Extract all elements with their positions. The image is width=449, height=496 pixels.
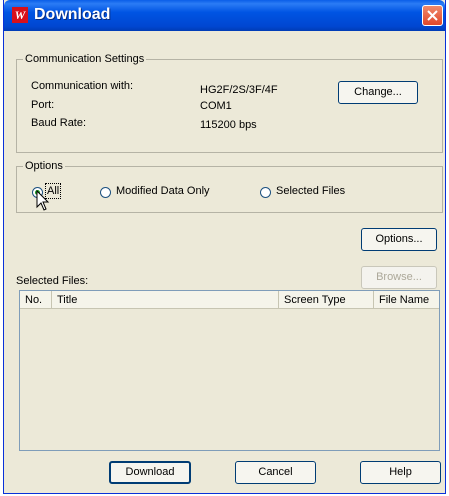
help-button[interactable]: Help xyxy=(360,461,441,484)
baud-rate-label: Baud Rate: xyxy=(31,117,87,129)
change-button[interactable]: Change... xyxy=(338,81,418,104)
download-dialog: W Download Communication Settings Commun… xyxy=(3,0,446,494)
communication-with-value: HG2F/2S/3F/4F xyxy=(200,84,278,96)
selected-files-label: Selected Files: xyxy=(16,275,89,287)
download-button[interactable]: Download xyxy=(109,461,191,484)
column-header-screen-type[interactable]: Screen Type xyxy=(279,291,374,309)
radio-selected-files[interactable] xyxy=(260,187,271,198)
options-legend: Options xyxy=(25,160,63,172)
app-icon: W xyxy=(12,7,28,23)
column-header-no[interactable]: No. xyxy=(20,291,52,309)
options-button[interactable]: Options... xyxy=(361,228,437,251)
window-title: Download xyxy=(34,6,111,23)
radio-modified-data-only-label[interactable]: Modified Data Only xyxy=(116,185,210,197)
selected-files-list[interactable]: No. Title Screen Type File Name xyxy=(19,290,440,451)
mouse-pointer-icon xyxy=(36,190,50,211)
baud-rate-value: 115200 bps xyxy=(200,119,257,131)
communication-with-label: Communication with: xyxy=(31,80,134,92)
port-value: COM1 xyxy=(200,100,232,112)
column-header-title[interactable]: Title xyxy=(52,291,279,309)
column-header-file-name[interactable]: File Name xyxy=(374,291,439,309)
cancel-button[interactable]: Cancel xyxy=(235,461,316,484)
close-button[interactable] xyxy=(422,5,443,26)
port-label: Port: xyxy=(31,99,55,111)
radio-selected-files-label[interactable]: Selected Files xyxy=(276,185,345,197)
browse-button[interactable]: Browse... xyxy=(361,266,437,289)
options-group: Options xyxy=(16,160,443,213)
title-bar[interactable]: W Download xyxy=(4,0,445,31)
close-icon xyxy=(427,10,438,21)
communication-settings-legend: Communication Settings xyxy=(25,53,145,65)
radio-modified-data-only[interactable] xyxy=(100,187,111,198)
